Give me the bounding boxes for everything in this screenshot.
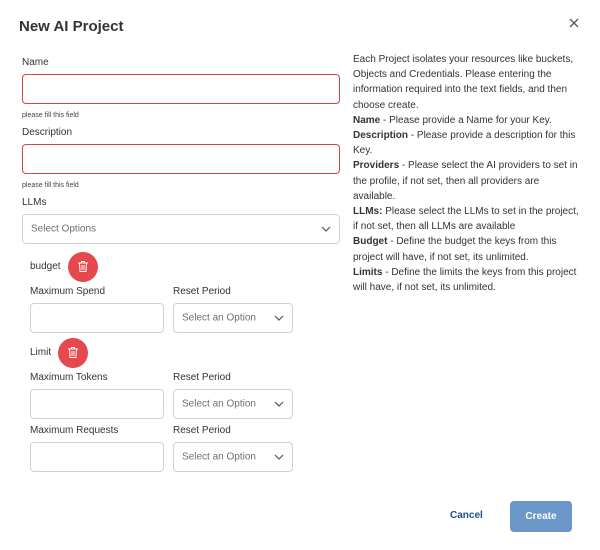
llms-select-placeholder: Select Options [31,223,97,235]
help-name-text: - Please provide a Name for your Key. [380,114,552,126]
requests-reset-period-select[interactable]: Select an Option [173,442,293,472]
help-llms-text: Please select the LLMs to set in the pro… [353,206,579,233]
help-providers-term: Providers [353,160,400,172]
maximum-tokens-input[interactable] [30,389,164,419]
maximum-spend-label: Maximum Spend [30,286,106,297]
llms-select[interactable]: Select Options [22,214,340,244]
help-limits-text: - Define the limits the keys from this p… [353,266,577,294]
requests-reset-period-placeholder: Select an Option [182,451,256,463]
create-button[interactable]: Create [510,501,572,532]
budget-label: budget [30,261,61,272]
help-llms: LLMs: Please select the LLMs to set in t… [353,204,579,234]
description-label: Description [22,127,73,138]
trash-icon [68,347,78,358]
limit-label: Limit [30,347,52,358]
delete-limit-button[interactable] [58,338,88,368]
close-icon[interactable] [566,15,582,31]
maximum-spend-input[interactable] [30,303,164,333]
help-intro: Each Project isolates your resources lik… [353,54,574,111]
tokens-reset-period-label: Reset Period [173,372,231,383]
description-hint: please fill this field [22,182,79,189]
help-providers: Providers - Please select the AI provide… [353,158,579,204]
budget-reset-period-placeholder: Select an Option [182,312,256,324]
help-name: Name - Please provide a Name for your Ke… [353,113,579,128]
tokens-reset-period-placeholder: Select an Option [182,398,256,410]
chevron-down-icon [274,315,284,321]
help-description: Description - Please provide a descripti… [353,128,579,158]
budget-reset-period-select[interactable]: Select an Option [173,303,293,333]
name-hint: please fill this field [22,112,79,119]
name-label: Name [22,57,49,68]
chevron-down-icon [274,401,284,407]
name-input[interactable] [22,74,340,104]
requests-reset-period-label: Reset Period [173,425,231,436]
delete-budget-button[interactable] [68,252,98,282]
chevron-down-icon [274,454,284,460]
help-description-term: Description [353,130,409,142]
help-limits: Limits - Define the limits the keys from… [353,265,579,295]
llms-label: LLMs [22,197,47,208]
description-input[interactable] [22,144,340,174]
tokens-reset-period-select[interactable]: Select an Option [173,389,293,419]
new-ai-project-dialog: New AI Project Name please fill this fie… [0,0,600,550]
maximum-tokens-label: Maximum Tokens [30,372,108,383]
trash-icon [78,261,88,272]
help-panel: Each Project isolates your resources lik… [353,52,579,295]
maximum-requests-label: Maximum Requests [30,425,119,436]
help-llms-term: LLMs: [353,206,383,218]
help-limits-term: Limits [353,266,383,278]
help-name-term: Name [353,114,381,126]
help-budget-term: Budget [353,236,388,248]
help-budget: Budget - Define the budget the keys from… [353,234,579,264]
dialog-title: New AI Project [19,18,124,35]
maximum-requests-input[interactable] [30,442,164,472]
chevron-down-icon [321,226,331,232]
cancel-button[interactable]: Cancel [450,510,483,521]
budget-reset-period-label: Reset Period [173,286,231,297]
